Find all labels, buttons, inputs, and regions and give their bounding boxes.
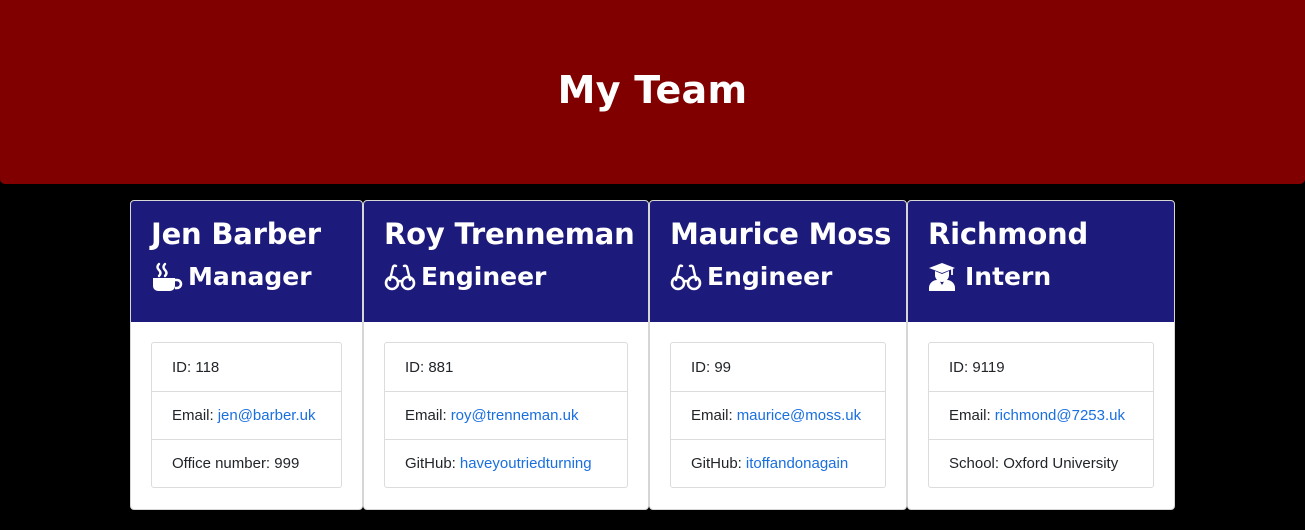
employee-name: Roy Trenneman (384, 217, 635, 251)
card-header: Maurice Moss Engineer (650, 201, 906, 322)
card-header: Richmond Intern (908, 201, 1174, 322)
id-text: ID: 9119 (949, 358, 1005, 376)
glasses-icon (670, 262, 702, 292)
email-link[interactable]: roy@trenneman.uk (451, 407, 579, 424)
employee-card-engineer: Maurice Moss Engineer ID: 99 Email: maur… (649, 200, 907, 510)
card-body: ID: 118 Email: jen@barber.uk Office numb… (131, 322, 362, 508)
employee-role: Intern (928, 260, 1174, 294)
github-label: GitHub: (405, 455, 456, 472)
email-link[interactable]: jen@barber.uk (218, 407, 316, 424)
info-list: ID: 99 Email: maurice@moss.uk GitHub: it… (670, 342, 886, 488)
github-link[interactable]: haveyoutriedturning (460, 455, 592, 472)
role-label: Engineer (707, 262, 833, 291)
email-item: Email: richmond@7253.uk (929, 391, 1153, 439)
employee-card-intern: Richmond Intern ID: 9119 Email: richmond… (907, 200, 1175, 510)
info-list: ID: 881 Email: roy@trenneman.uk GitHub: … (384, 342, 628, 488)
office-number-text: Office number: 999 (172, 455, 300, 472)
email-link[interactable]: richmond@7253.uk (995, 407, 1125, 424)
employee-role: Manager (151, 260, 362, 294)
office-number-item: Office number: 999 (152, 439, 341, 487)
id-item: ID: 118 (152, 343, 341, 391)
id-text: ID: 118 (172, 358, 220, 376)
github-item: GitHub: itoffandonagain (671, 439, 885, 487)
role-label: Manager (188, 262, 312, 291)
school-item: School: Oxford University (929, 439, 1153, 487)
card-header: Jen Barber Manager (131, 201, 362, 322)
card-body: ID: 9119 Email: richmond@7253.uk School:… (908, 322, 1174, 508)
id-item: ID: 99 (671, 343, 885, 391)
email-label: Email: (172, 407, 214, 424)
employee-name: Richmond (928, 217, 1089, 251)
github-label: GitHub: (691, 455, 742, 472)
employee-card-manager: Jen Barber Manager ID: 118 Email: jen@ba… (130, 200, 363, 510)
page-title: My Team (557, 68, 748, 112)
id-text: ID: 881 (405, 358, 454, 376)
employee-role: Engineer (384, 260, 648, 294)
github-item: GitHub: haveyoutriedturning (385, 439, 627, 487)
email-item: Email: jen@barber.uk (152, 391, 341, 439)
email-link[interactable]: maurice@moss.uk (737, 407, 861, 424)
card-body: ID: 99 Email: maurice@moss.uk GitHub: it… (650, 322, 906, 508)
email-item: Email: roy@trenneman.uk (385, 391, 627, 439)
card-header: Roy Trenneman Engineer (364, 201, 648, 322)
email-label: Email: (691, 407, 733, 424)
github-link[interactable]: itoffandonagain (746, 455, 848, 472)
card-body: ID: 881 Email: roy@trenneman.uk GitHub: … (364, 322, 648, 508)
role-label: Engineer (421, 262, 547, 291)
user-graduate-icon (928, 262, 960, 292)
info-list: ID: 9119 Email: richmond@7253.uk School:… (928, 342, 1154, 488)
info-list: ID: 118 Email: jen@barber.uk Office numb… (151, 342, 342, 488)
employee-name: Maurice Moss (670, 217, 892, 251)
employee-name: Jen Barber (151, 217, 321, 251)
header-banner: My Team (0, 0, 1305, 184)
employee-card-engineer: Roy Trenneman Engineer ID: 881 Email: ro… (363, 200, 649, 510)
employee-role: Engineer (670, 260, 906, 294)
mug-hot-icon (151, 262, 183, 292)
email-label: Email: (949, 407, 991, 424)
email-label: Email: (405, 407, 447, 424)
id-item: ID: 9119 (929, 343, 1153, 391)
role-label: Intern (965, 262, 1052, 291)
school-text: School: Oxford University (949, 455, 1119, 472)
glasses-icon (384, 262, 416, 292)
id-item: ID: 881 (385, 343, 627, 391)
id-text: ID: 99 (691, 358, 732, 376)
email-item: Email: maurice@moss.uk (671, 391, 885, 439)
